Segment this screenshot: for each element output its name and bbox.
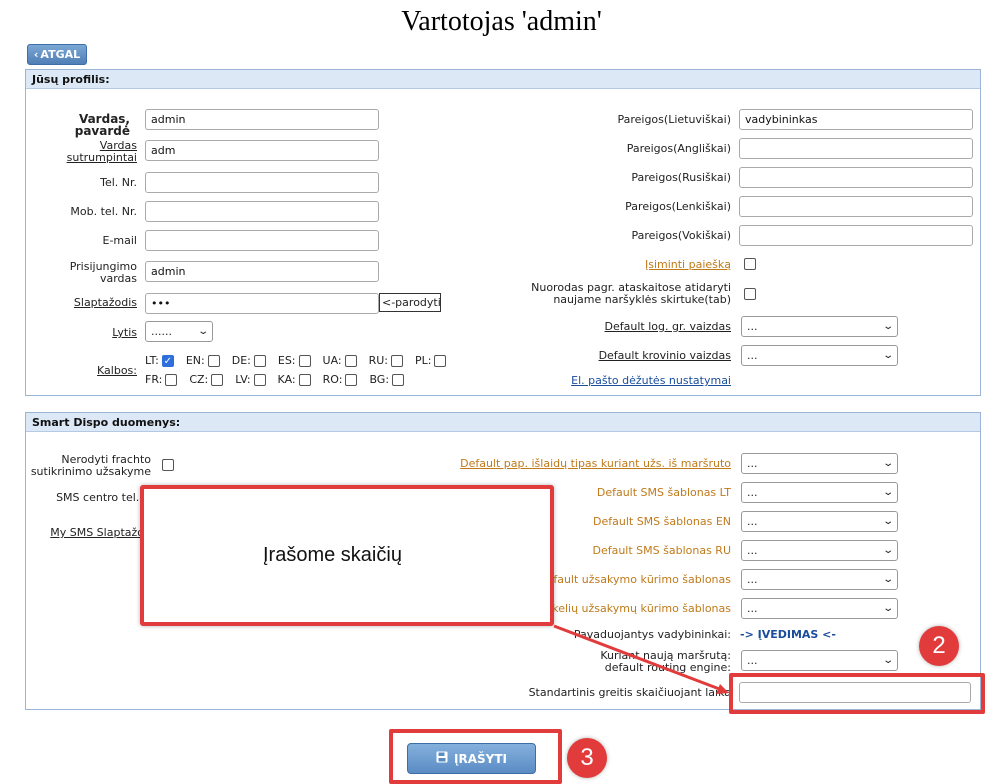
callout-arrow — [553, 624, 729, 694]
step-badge-2: 2 — [919, 626, 959, 666]
save-button-label: ĮRAŠYTI — [454, 751, 507, 766]
save-button[interactable]: ĮRAŠYTI — [407, 743, 536, 774]
save-icon — [436, 751, 448, 766]
step-badge-3: 3 — [567, 738, 607, 778]
